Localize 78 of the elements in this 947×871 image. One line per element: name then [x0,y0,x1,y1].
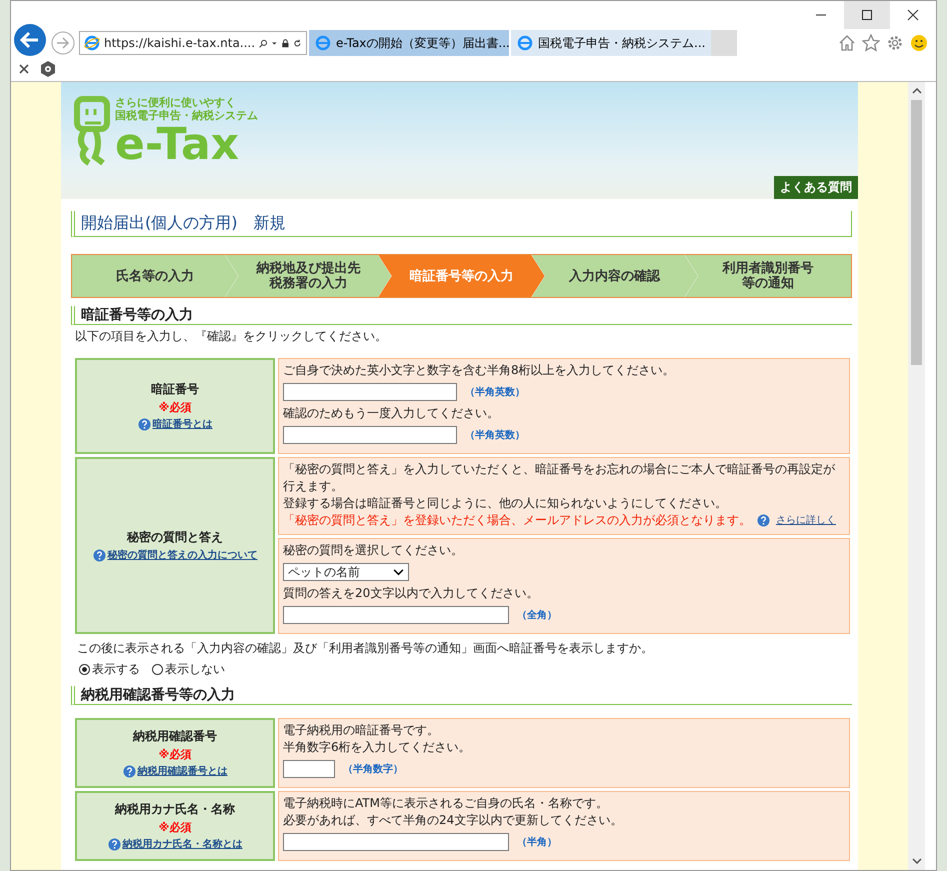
progress-step: 利用者識別番号 等の通知 [684,255,852,297]
text-input[interactable] [283,426,457,444]
description-text: 半角数字6桁を入力してください。 [283,739,472,756]
input-hint: （全角） [517,608,557,622]
scrollbar-thumb[interactable] [911,100,922,365]
scrollbar[interactable] [908,82,925,870]
star-icon[interactable] [862,34,880,52]
ie-icon [84,35,100,51]
logo-tagline: 国税電子申告・納税システム [115,109,258,122]
page-title: 開始届出(個人の方用) 新規 [71,211,852,237]
field-label: 納税用カナ氏名・名称 [114,801,236,818]
address-bar[interactable]: https://kaishi.e-tax.nta.... [79,31,307,55]
radio-option[interactable]: 表示する [79,661,140,678]
help-link[interactable]: 納税用確認番号とは [138,764,228,778]
address-text: https://kaishi.e-tax.nta.... [104,36,256,50]
scroll-down-icon[interactable] [912,858,922,864]
question-text: この後に表示される「入力内容の確認」及び「利用者識別番号等の通知」画面へ暗証番号を表示しますか。 [77,640,654,657]
help-icon [122,764,136,778]
field-label: 秘密の質問と答え [126,529,224,546]
description-text: 電子納税用の暗証番号です。 [283,722,440,739]
description-text: ご自身で決めた英小文字と数字を含む半角8桁以上を入力してください。 [283,362,676,379]
help-icon [108,838,120,850]
description-text: 質問の答えを20文字以内で入力してください。 [283,585,540,602]
radio-option[interactable]: 表示しない [152,661,225,678]
section-title: 納税用確認番号等の入力 [71,686,852,705]
browser-tab[interactable]: 国税電子申告・納税システム... [511,30,711,56]
text-input[interactable] [283,833,509,851]
logo-tagline: さらに便利に使いやすく [115,96,237,109]
faq-link[interactable]: よくある質問 [774,176,858,199]
eye-icon[interactable] [39,60,57,78]
logo-text: e-Tax [115,122,240,168]
progress-step: 暗証番号等の入力 [378,255,545,297]
progress-step: 氏名等の入力 [72,255,238,297]
chevron-down-icon [393,568,404,576]
help-link[interactable]: 暗証番号とは [152,417,212,431]
required-mark: ※必須 [158,401,192,415]
description-text: 秘密の質問を選択してください。 [283,542,464,559]
help-link[interactable]: 納税用カナ氏名・名称とは [122,837,242,851]
more-link[interactable]: さらに詳しく [776,512,836,529]
input-hint: （半角数字） [343,762,403,776]
help-icon [757,514,770,527]
scroll-up-icon[interactable] [912,88,922,94]
field-label: 暗証番号 [150,381,200,398]
input-hint: （半角英数） [465,428,525,442]
description-text: 登録する場合は暗証番号と同じように、他の人に知られないようにしてください。 [283,495,728,512]
text-input[interactable] [283,383,457,401]
input-hint: （半角英数） [465,386,525,400]
warning-text: 「秘密の質問と答え」を登録いただく場合、メールアドレスの入力が必須となります。 [283,512,751,529]
question-select[interactable]: ペットの名前 [283,563,409,581]
lock-icon [280,36,290,50]
text-input[interactable] [283,760,335,778]
progress-step: 納税地及び提出先 税務署の入力 [225,255,392,297]
browser-tab[interactable]: e-Taxの開始（変更等）届出書... [309,30,509,56]
mascot-icon [73,96,113,168]
description-text: 確認のためもう一度入力してください。 [283,405,500,422]
field-label: 納税用確認番号 [132,728,218,745]
back-icon[interactable] [13,23,47,57]
help-icon [92,548,106,562]
required-mark: ※必須 [158,821,192,835]
input-hint: （半角） [517,836,557,850]
description-text: 電子納税時にATM等に表示されるご自身の氏名・名称です。 [283,795,609,812]
help-icon [138,418,150,430]
settings-icon[interactable] [886,34,904,52]
instruction-text: 以下の項目を入力し、『確認』をクリックしてください。 [75,328,388,345]
forward-icon[interactable] [51,31,75,55]
section-title: 暗証番号等の入力 [71,306,852,325]
description-text: 必要があれば、すべて半角の24文字以内で更新してください。 [283,812,624,829]
progress-step: 入力内容の確認 [532,255,698,297]
description-text: 「秘密の質問と答え」を入力していただくと、暗証番号をお忘れの場合にご本人で暗証番号の再設定が行えます。 [283,461,836,495]
help-link[interactable]: 秘密の質問と答えの入力について [108,548,258,562]
smiley-icon[interactable] [910,34,928,52]
home-icon[interactable] [838,34,856,52]
ie-icon [517,35,533,51]
close-icon[interactable] [19,64,29,74]
dropdown-icon [272,40,277,46]
text-input[interactable] [283,606,509,624]
required-mark: ※必須 [158,748,192,762]
ie-icon [315,35,331,51]
